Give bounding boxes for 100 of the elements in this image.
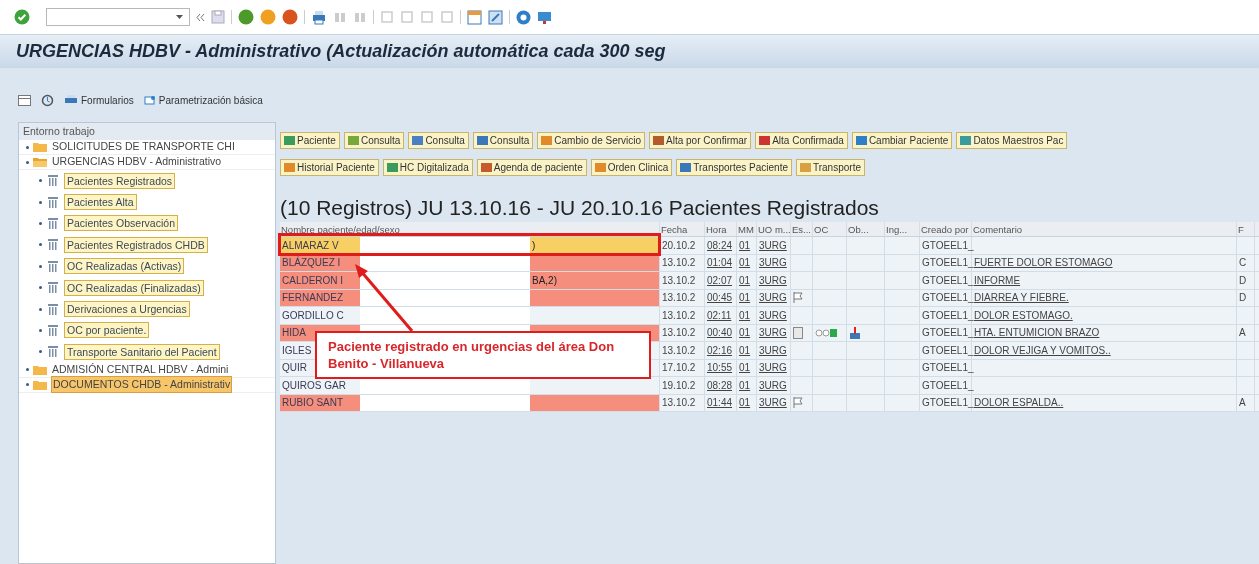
button-icon	[541, 135, 553, 146]
table-cell[interactable]: 3URG	[759, 272, 787, 288]
check-icon[interactable]	[14, 9, 30, 25]
column-header: Nombre paciente/edad/sexo	[281, 224, 400, 235]
tree-item[interactable]: URGENCIAS HDBV - Administrativo	[51, 154, 223, 170]
table-cell[interactable]: 02:07	[707, 272, 733, 288]
table-cell-text: A	[1239, 326, 1246, 341]
table-cell[interactable]: 01	[739, 272, 751, 288]
window-title: URGENCIAS HDBV - Administrativo (Actualización automática cada 300 seg	[16, 40, 666, 63]
table-cell-text: GTOEEL1_	[922, 308, 974, 323]
tree-item[interactable]: ADMISIÓN CENTRAL HDBV - Admini	[51, 361, 230, 378]
action-button[interactable]: Consulta	[343, 132, 405, 149]
print-icon[interactable]	[311, 9, 327, 25]
table-cell[interactable]: 3URG	[759, 237, 787, 253]
column-header: Fecha	[661, 224, 688, 235]
table-cell[interactable]: FUERTE DOLOR ESTOMAGO	[974, 255, 1113, 271]
tree-item[interactable]: SOLICITUDES DE TRANSPORTE CHI	[51, 139, 236, 155]
table-cell-text: GTOEEL1_	[922, 238, 974, 253]
table-cell-text: GTOEEL1_	[922, 291, 974, 306]
table-cell[interactable]: 01	[739, 395, 751, 411]
help-icon[interactable]	[516, 9, 531, 25]
table-cell[interactable]: 01	[739, 307, 751, 323]
table-cell[interactable]: 3URG	[759, 377, 787, 393]
table-cell[interactable]: 01	[739, 237, 751, 253]
circle-icon[interactable]	[260, 9, 276, 25]
table-cell[interactable]: 08:24	[707, 237, 733, 253]
button-icon	[284, 135, 295, 146]
table-cell[interactable]: DOLOR ESPALDA..	[974, 395, 1064, 411]
button-icon	[386, 162, 398, 173]
table-cell[interactable]: 01	[739, 255, 751, 271]
action-button[interactable]: Cambio de Servicio	[537, 132, 646, 149]
column-header: MM	[738, 224, 754, 235]
tree-item[interactable]: Derivaciones a Urgencias	[64, 301, 190, 318]
table-cell[interactable]: 10:55	[707, 360, 733, 376]
table-cell[interactable]: 3URG	[759, 395, 787, 411]
action-button[interactable]: Alta por Confirmar	[649, 132, 752, 149]
table-cell[interactable]: 3URG	[759, 307, 787, 323]
table-cell[interactable]: DOLOR VEJIGA Y VOMITOS..	[974, 342, 1111, 358]
action-button[interactable]: Consulta	[472, 132, 534, 149]
tree-item[interactable]: Pacientes Observación	[64, 215, 178, 232]
table-cell[interactable]: 3URG	[759, 290, 787, 306]
toolbar-button[interactable]: Formularios	[64, 92, 134, 108]
button-icon	[960, 135, 972, 146]
table-cell[interactable]: 01:04	[707, 255, 733, 271]
table-cell[interactable]: 3URG	[759, 360, 787, 376]
table-cell[interactable]: 01	[739, 290, 751, 306]
table-cell[interactable]: DIARREA Y FIEBRE.	[974, 290, 1069, 306]
table-cell-text: 19.10.2	[662, 378, 696, 393]
table-cell[interactable]: INFORME	[974, 272, 1021, 288]
double-chevron-icon[interactable]	[196, 12, 205, 22]
action-button[interactable]: Datos Maestros Pac	[956, 132, 1068, 149]
table-cell[interactable]: 3URG	[759, 342, 787, 358]
tree-item[interactable]: Pacientes Registrados CHDB	[64, 236, 208, 253]
monitor-icon[interactable]	[537, 9, 552, 25]
action-button[interactable]: Cambiar Paciente	[851, 132, 953, 149]
action-button[interactable]: Consulta	[408, 132, 469, 149]
tree-item[interactable]: Pacientes Registrados	[64, 172, 176, 189]
table-cell[interactable]: 01	[739, 377, 751, 393]
table-cell[interactable]: 01	[739, 325, 751, 341]
refresh-icon[interactable]	[41, 93, 54, 107]
tree-item[interactable]: OC Realizadas (Finalizadas)	[64, 279, 204, 296]
button-icon	[800, 162, 811, 173]
action-button[interactable]: HC Digitalizada	[382, 159, 473, 176]
circle-icon[interactable]	[238, 9, 254, 25]
table-cell[interactable]: 00:45	[707, 290, 733, 306]
table-cell[interactable]: 02:16	[707, 342, 733, 358]
table-cell[interactable]: 3URG	[759, 255, 787, 271]
action-button[interactable]: Transportes Paciente	[676, 159, 792, 176]
column-header: OC	[814, 224, 829, 235]
table-cell-text: GTOEEL1_	[922, 326, 974, 341]
callout-note: Paciente registrado en urgencias del área Don Benito - Villanueva	[315, 331, 651, 379]
action-button[interactable]: Alta Confirmada	[755, 132, 848, 149]
save-icon[interactable]	[211, 10, 225, 24]
button-icon	[476, 135, 488, 146]
action-button[interactable]: Transporte	[796, 159, 865, 176]
table-cell[interactable]: 02:11	[707, 307, 732, 323]
action-button[interactable]: Paciente	[280, 132, 340, 149]
window-icon[interactable]	[488, 9, 503, 25]
circle-icon[interactable]	[282, 9, 298, 25]
tree-item[interactable]: DOCUMENTOS CHDB - Administrativ	[51, 375, 233, 394]
tree-item[interactable]: Pacientes Alta	[64, 194, 137, 211]
action-button[interactable]: Agenda de paciente	[476, 159, 587, 176]
action-button[interactable]: Historial Paciente	[280, 159, 379, 176]
tree-item[interactable]: OC Realizadas (Activas)	[64, 258, 185, 275]
command-field[interactable]	[46, 8, 190, 26]
table-cell[interactable]: 01	[739, 342, 751, 358]
tree-item[interactable]: Transporte Sanitario del Pacient	[64, 343, 220, 360]
window-icon[interactable]	[467, 9, 482, 25]
table-cell[interactable]: 01	[739, 360, 751, 376]
table-cell[interactable]: 3URG	[759, 325, 787, 341]
table-cell[interactable]: 01:44	[707, 395, 733, 411]
table-cell[interactable]: 08:28	[707, 377, 733, 393]
table-cell-text: GTOEEL1_	[922, 396, 974, 411]
table-cell[interactable]: DOLOR ESTOMAGO.	[974, 307, 1073, 323]
action-button[interactable]: Orden Clinica	[590, 159, 673, 176]
table-cell[interactable]: 00:40	[707, 325, 733, 341]
tree-item[interactable]: OC por paciente.	[64, 322, 150, 339]
toolbar-button[interactable]: Parametrización básica	[143, 92, 263, 108]
table-cell[interactable]: HTA. ENTUMICION BRAZO	[974, 325, 1100, 341]
layout-icon[interactable]	[18, 94, 31, 106]
